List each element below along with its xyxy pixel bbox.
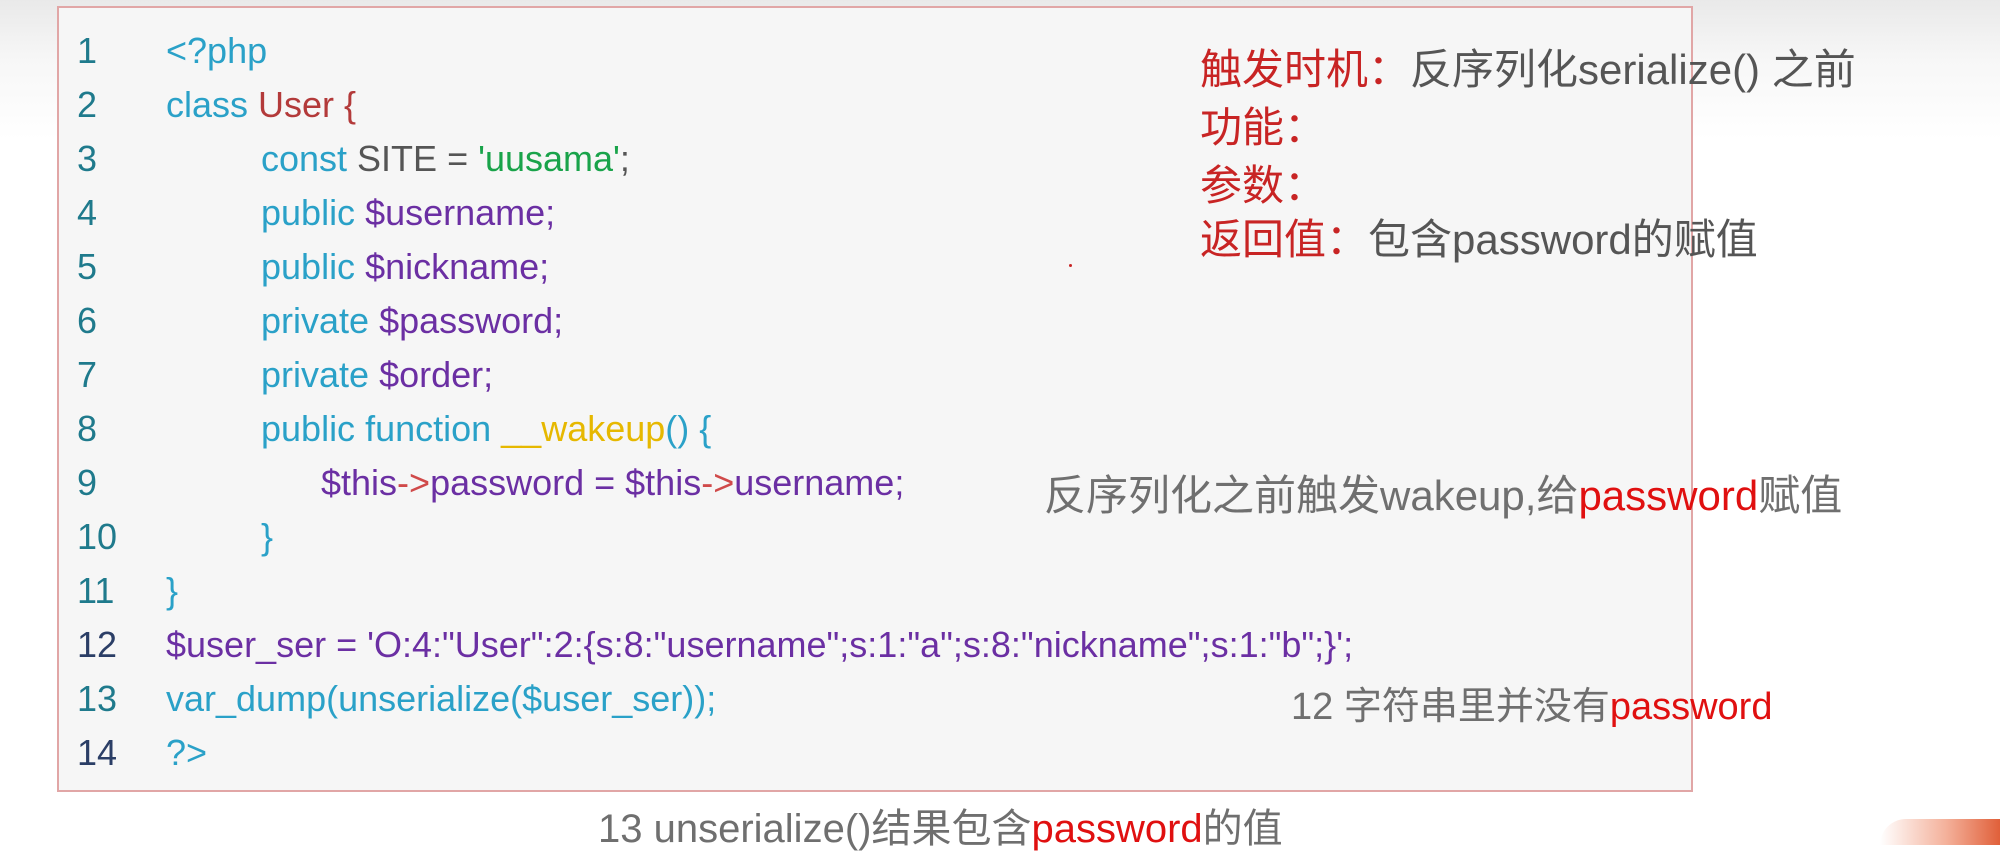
caption-text: 的值	[1202, 807, 1283, 851]
keyword: private	[261, 354, 380, 395]
code-text: }	[166, 570, 179, 611]
function-name: __wakeup	[501, 408, 666, 449]
arrow-operator: ->	[701, 462, 735, 503]
line-number: 14	[77, 732, 118, 773]
code-text: var_dump(unserialize($user_ser));	[166, 678, 717, 719]
code-text: private $password;	[261, 294, 563, 348]
annotation-highlight: password	[1578, 472, 1759, 519]
note-label: 触发时机：	[1200, 46, 1411, 93]
arrow-operator: ->	[397, 462, 431, 503]
caption-highlight: password	[1031, 807, 1203, 851]
line-number: 2	[77, 84, 98, 125]
annotation-highlight: password	[1609, 686, 1773, 728]
line-number: 5	[77, 246, 98, 287]
bottom-caption: 13 unserialize()结果包含password的值	[598, 796, 1283, 854]
code-text: $this->password = $this->username;	[321, 456, 904, 510]
line-number: 9	[77, 462, 98, 503]
note-label: 参数：	[1200, 162, 1327, 209]
punctuation: ;	[619, 138, 630, 179]
line-number: 8	[77, 408, 98, 449]
code-text: class User {	[166, 78, 356, 132]
note-function: 功能：	[1200, 94, 1326, 155]
note-return-value: 返回值：包含password的赋值	[1200, 206, 1758, 267]
code-text: const SITE = 'uusama';	[261, 132, 630, 186]
code-text: $user_ser = 'O:4:"User":2:{s:8:"username…	[166, 624, 1354, 665]
class-name: User {	[258, 84, 357, 125]
line-number: 4	[77, 192, 98, 233]
line-number: 13	[77, 678, 118, 719]
constant-name: SITE =	[357, 138, 479, 179]
line-number: 7	[77, 354, 98, 395]
code-text: ?>	[166, 732, 208, 773]
keyword: public function	[261, 408, 502, 449]
code-text: }	[261, 516, 274, 557]
code-text: public $nickname;	[261, 240, 549, 294]
note-trigger-timing: 触发时机：反序列化serialize() 之前	[1200, 36, 1856, 97]
note-label: 功能：	[1200, 104, 1327, 151]
variable: username;	[734, 462, 905, 503]
line-number: 12	[77, 624, 118, 665]
annotation-text: 12 字符串里并没有	[1291, 686, 1610, 728]
annotation-line9: 反序列化之前触发wakeup,给password赋值	[1044, 462, 1842, 523]
variable: password = $this	[430, 462, 702, 503]
code-text: <?php	[166, 30, 268, 71]
annotation-line12: 12 字符串里并没有password	[1291, 675, 1772, 730]
keyword: const	[261, 138, 358, 179]
variable: $password;	[379, 300, 564, 341]
annotation-text: 赋值	[1758, 472, 1843, 519]
punctuation: () {	[665, 408, 712, 449]
line-number: 1	[77, 30, 98, 71]
code-text: private $order;	[261, 348, 493, 402]
line-number: 6	[77, 300, 98, 341]
code-text: public $username;	[261, 186, 555, 240]
keyword: class	[166, 84, 259, 125]
keyword: public	[261, 246, 366, 287]
string-literal: 'uusama'	[478, 138, 620, 179]
keyword: public	[261, 192, 366, 233]
line-number: 10	[77, 516, 118, 557]
variable: $this	[321, 462, 398, 503]
annotation-text: 反序列化之前触发wakeup,给	[1044, 472, 1579, 519]
variable: $nickname;	[365, 246, 550, 287]
note-params: 参数：	[1200, 152, 1326, 213]
note-label: 返回值：	[1200, 216, 1369, 263]
note-value: 反序列化serialize() 之前	[1410, 46, 1856, 93]
red-dot-marker	[1069, 264, 1072, 267]
caption-text: 13 unserialize()结果包含	[598, 807, 1032, 851]
keyword: private	[261, 300, 380, 341]
code-text: public function __wakeup() {	[261, 402, 711, 456]
variable: $order;	[379, 354, 494, 395]
line-number: 11	[77, 570, 115, 611]
note-value: 包含password的赋值	[1368, 216, 1758, 263]
line-number: 3	[77, 138, 98, 179]
corner-accent-decoration	[1880, 819, 2000, 845]
variable: $username;	[365, 192, 556, 233]
